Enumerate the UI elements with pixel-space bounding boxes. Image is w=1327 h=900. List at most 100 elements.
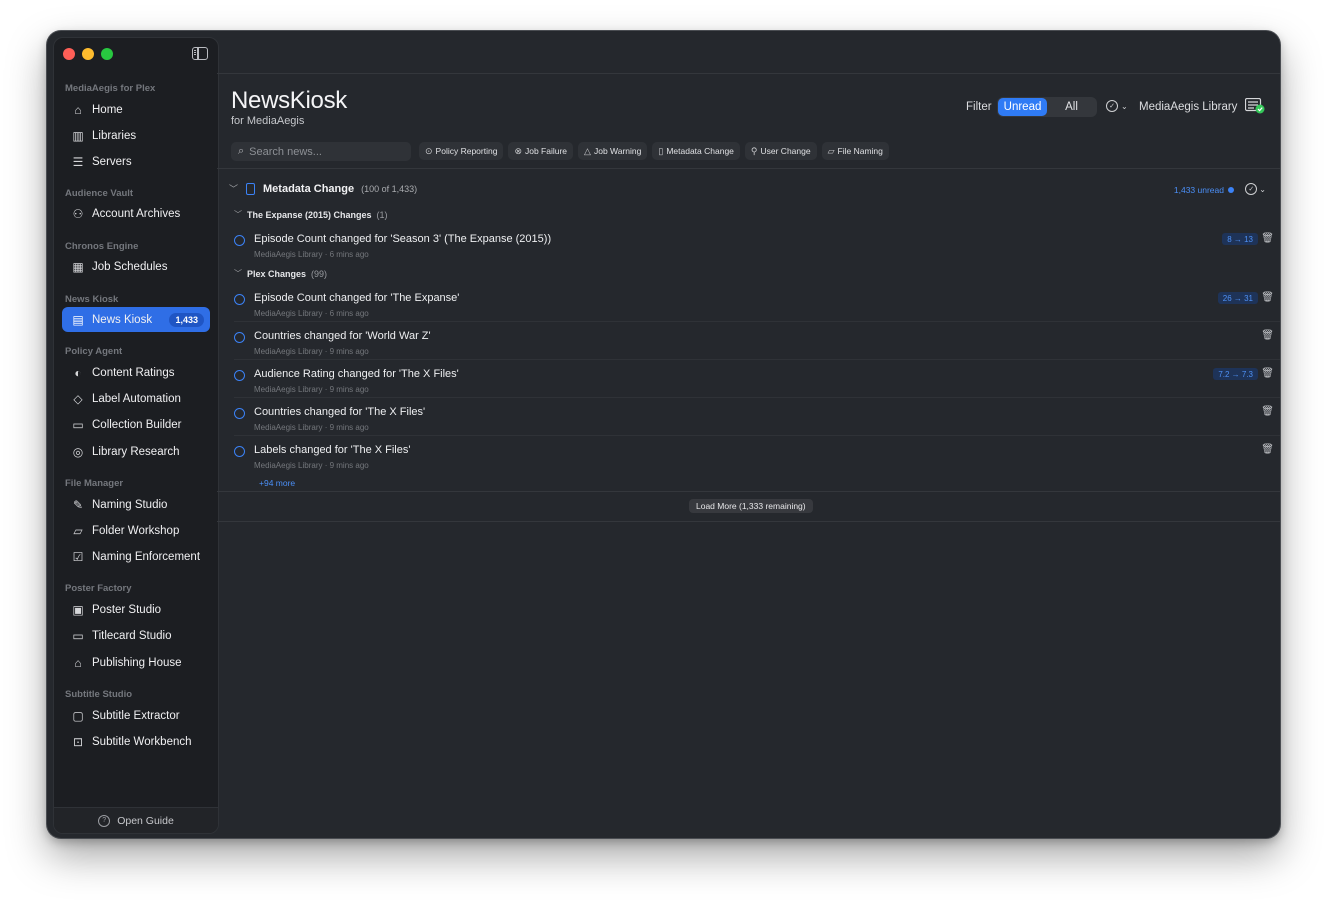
subgroup-count: (1) [376,209,388,220]
unread-toggle[interactable] [234,235,245,246]
sidebar-item-label: Naming Enforcement [92,550,201,563]
news-item[interactable]: Countries changed for 'The X Files' Medi… [234,404,1280,442]
close-window-button[interactable] [63,48,75,60]
trash-icon[interactable]: 🗑 [1261,233,1274,244]
sidebar-item-naming-studio[interactable]: ✎ Naming Studio [62,492,210,517]
sidebar-item-label: Library Research [92,445,180,458]
unread-toggle[interactable] [234,370,245,381]
unread-toggle[interactable] [234,408,245,419]
sidebar-item-account-archives[interactable]: ⚇ Account Archives [62,201,210,226]
trash-icon[interactable]: 🗑 [1261,330,1274,341]
change-value-badge: 8 → 13 [1222,233,1258,245]
chevron-down-icon: ﹀ [229,184,239,194]
chip-user-change[interactable]: ⚲ User Change [744,142,817,160]
image-icon: ▣ [72,602,84,617]
chip-label: Job Warning [593,146,642,156]
sidebar-item-publishing-house[interactable]: ⌂ Publishing House [62,650,210,675]
section-label: Poster Factory [65,583,132,594]
open-guide-button[interactable]: ? Open Guide [54,807,218,833]
subgroup-title: Plex Changes [247,268,307,279]
warning-icon: △ [584,145,591,156]
divider [234,435,1280,436]
chip-policy-reporting[interactable]: ⊙ Policy Reporting [419,142,504,160]
news-item[interactable]: Audience Rating changed for 'The X Files… [234,366,1280,404]
news-item-meta: MediaAegis Library · 9 mins ago [254,347,369,356]
chevron-down-icon: ⌄ [1259,184,1266,194]
home-icon: ⌂ [74,102,82,117]
news-item[interactable]: Labels changed for 'The X Files' MediaAe… [234,442,1280,480]
chip-job-warning[interactable]: △ Job Warning [578,142,648,160]
toolbar [217,31,1280,74]
unread-toggle[interactable] [234,446,245,457]
chip-label: Policy Reporting [435,146,498,156]
sidebar-item-servers[interactable]: ☰ Servers [62,149,210,174]
sidebar-item-label: Label Automation [92,392,181,405]
sidebar-item-label: Job Schedules [92,260,168,273]
news-item-title: Countries changed for 'The X Files' [254,406,426,418]
sidebar-item-poster-studio[interactable]: ▣ Poster Studio [62,597,210,622]
news-item[interactable]: Episode Count changed for 'Season 3' (Th… [234,231,1280,269]
subgroup-count: (99) [311,268,328,279]
chip-job-failure[interactable]: ⊗ Job Failure [508,142,574,160]
sidebar-item-job-schedules[interactable]: ▦ Job Schedules [62,254,210,279]
library-selector-label[interactable]: MediaAegis Library [1139,101,1237,113]
filter-all-button[interactable]: All [1047,98,1096,116]
trash-icon[interactable]: 🗑 [1261,292,1274,303]
trash-icon[interactable]: 🗑 [1261,368,1274,379]
zoom-window-button[interactable] [101,48,113,60]
subgroup-header[interactable]: ﹀ Plex Changes (99) [234,268,327,279]
news-item[interactable]: Countries changed for 'World War Z' Medi… [234,328,1280,366]
sidebar-item-label: Libraries [92,129,137,142]
tag-icon: ◇ [73,391,83,406]
group-header-metadata-change[interactable]: ﹀ Metadata Change (100 of 1,433) [229,182,417,195]
sidebar-item-label: Poster Studio [92,603,162,616]
chip-label: Metadata Change [666,146,734,156]
sidebar-item-label: Content Ratings [92,366,175,379]
server-icon: ☰ [72,154,84,169]
sidebar-item-subtitle-workbench[interactable]: ⊡ Subtitle Workbench [62,729,210,754]
news-item[interactable]: Episode Count changed for 'The Expanse' … [234,290,1280,328]
chip-metadata-change[interactable]: ▯ Metadata Change [652,142,740,160]
sidebar-item-folder-workshop[interactable]: ▱ Folder Workshop [62,518,210,543]
chip-label: File Naming [837,146,883,156]
sidebar-item-libraries[interactable]: ▥ Libraries [62,123,210,148]
subgroup-header[interactable]: ﹀ The Expanse (2015) Changes (1) [234,209,388,220]
help-icon: ? [98,814,111,827]
section-label: Audience Vault [65,188,134,199]
document-edit-icon: ✎ [72,497,84,512]
chip-label: User Change [760,146,811,156]
minimize-window-button[interactable] [82,48,94,60]
section-label: MediaAegis for Plex [65,83,156,94]
news-item-meta: MediaAegis Library · 6 mins ago [254,309,369,318]
search-input[interactable]: ⌕ Search news... [231,142,411,161]
library-status-icon[interactable] [1245,98,1265,114]
news-item-title: Episode Count changed for 'The Expanse' [254,292,460,304]
sidebar-item-label: Collection Builder [92,418,182,431]
sidebar-toggle-icon[interactable] [192,47,208,60]
mark-read-menu-button[interactable]: ✓ ⌄ [1106,100,1128,112]
checklist-icon: ☑ [72,549,84,564]
sidebar-item-content-ratings[interactable]: ◐ Content Ratings [62,360,210,385]
sidebar-item-collection-builder[interactable]: ▭ Collection Builder [62,412,210,437]
sidebar-item-news-kiosk[interactable]: ▤ News Kiosk 1,433 [62,307,210,332]
chip-file-naming[interactable]: ▱ File Naming [821,142,889,160]
filter-unread-button[interactable]: Unread [998,98,1047,116]
sidebar-item-titlecard-studio[interactable]: ▭ Titlecard Studio [62,623,210,648]
sidebar-item-naming-enforcement[interactable]: ☑ Naming Enforcement [62,544,210,569]
trash-icon[interactable]: 🗑 [1261,406,1274,417]
sidebar-item-label: Account Archives [92,207,181,220]
show-more-link[interactable]: +94 more [259,478,295,488]
sidebar-item-label: Naming Studio [92,498,168,511]
unread-toggle[interactable] [234,332,245,343]
group-mark-read-menu-button[interactable]: ✓ ⌄ [1245,183,1266,195]
chevron-down-icon: ﹀ [234,210,242,219]
change-value-badge: 7.2 → 7.3 [1213,368,1258,380]
sidebar-item-subtitle-extractor[interactable]: ▢ Subtitle Extractor [62,703,210,728]
sidebar-item-home[interactable]: ⌂ Home [62,97,210,122]
unread-toggle[interactable] [234,294,245,305]
chevron-down-icon: ﹀ [234,269,242,278]
sidebar-item-label-automation[interactable]: ◇ Label Automation [62,386,210,411]
trash-icon[interactable]: 🗑 [1261,444,1274,455]
sidebar-item-library-research[interactable]: ◎ Library Research [62,439,210,464]
load-more-button[interactable]: Load More (1,333 remaining) [689,499,813,513]
